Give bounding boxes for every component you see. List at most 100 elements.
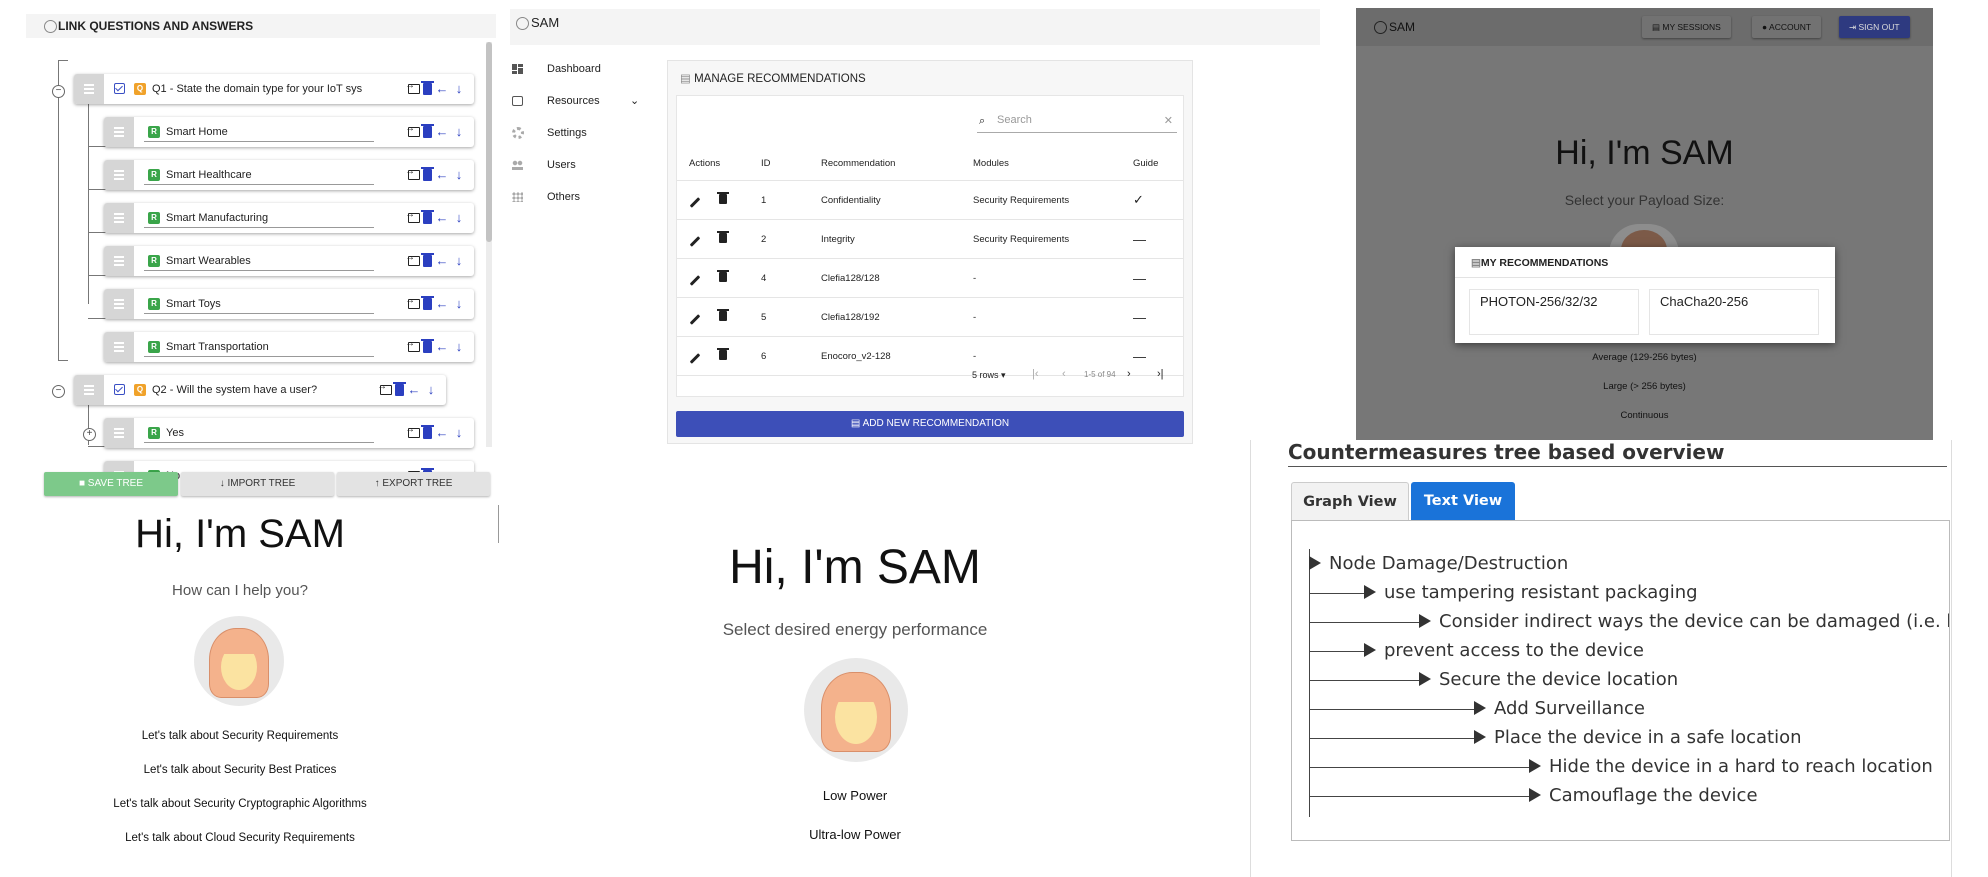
expand-toggle-icon[interactable]: + — [83, 428, 96, 441]
arrow-left-icon[interactable]: ← — [435, 168, 449, 182]
sign-out-button[interactable]: ⇥ SIGN OUT — [1839, 16, 1910, 38]
checkbox-icon[interactable] — [114, 384, 125, 395]
link-icon[interactable] — [405, 295, 420, 309]
search-input[interactable]: ⌕ Search ✕ — [977, 110, 1177, 133]
collapse-toggle-icon[interactable]: − — [52, 85, 65, 98]
drag-handle-icon[interactable] — [104, 246, 134, 276]
arrow-down-icon[interactable]: ↓ — [452, 254, 466, 268]
tab-graph-view[interactable]: Graph View — [1291, 482, 1409, 520]
tree-scrollbar[interactable] — [486, 42, 492, 447]
tab-text-view[interactable]: Text View — [1411, 482, 1515, 520]
link-icon[interactable] — [405, 424, 420, 438]
link-icon[interactable] — [405, 252, 420, 266]
tree-node-answer[interactable]: R Smart Wearables ←↓ — [104, 246, 474, 276]
drag-handle-icon[interactable] — [104, 117, 134, 147]
link-icon[interactable] — [405, 209, 420, 223]
column-header[interactable]: Recommendation — [809, 146, 961, 181]
arrow-left-icon[interactable]: ← — [435, 426, 449, 440]
delete-icon[interactable] — [717, 269, 729, 282]
clear-icon[interactable]: ✕ — [1164, 114, 1173, 127]
delete-icon[interactable] — [421, 124, 434, 138]
drag-handle-icon[interactable] — [104, 418, 134, 448]
arrow-left-icon[interactable]: ← — [435, 254, 449, 268]
tree-item[interactable]: Node Damage/Destruction — [1309, 553, 1568, 574]
delete-icon[interactable] — [421, 339, 434, 353]
last-page-icon[interactable]: ›| — [1157, 368, 1164, 380]
sidebar-item-dashboard[interactable]: Dashboard — [512, 59, 632, 79]
delete-icon[interactable] — [421, 167, 434, 181]
tree-item[interactable]: Consider indirect ways the device can be… — [1419, 611, 1949, 632]
link-icon[interactable] — [377, 381, 392, 395]
edit-icon[interactable] — [689, 313, 701, 325]
sidebar-item-settings[interactable]: Settings — [512, 123, 632, 143]
drag-handle-icon[interactable] — [74, 74, 104, 104]
energy-option[interactable]: Ultra-low Power — [690, 827, 1020, 842]
add-recommendation-button[interactable]: ▤ ADD NEW RECOMMENDATION — [676, 411, 1184, 437]
arrow-left-icon[interactable]: ← — [407, 383, 421, 397]
scrollbar-thumb[interactable] — [486, 42, 492, 242]
column-header[interactable]: Guide — [1121, 146, 1183, 181]
account-button[interactable]: ● ACCOUNT — [1752, 16, 1822, 38]
sidebar-item-others[interactable]: Others — [512, 187, 632, 207]
help-option[interactable]: Let's talk about Security Cryptographic … — [100, 798, 380, 810]
column-header[interactable]: Modules — [961, 146, 1121, 181]
link-icon[interactable] — [405, 123, 420, 137]
delete-icon[interactable] — [393, 382, 406, 396]
payload-option[interactable]: Average (129-256 bytes) — [1356, 352, 1933, 363]
arrow-left-icon[interactable]: ← — [435, 82, 449, 96]
drag-handle-icon[interactable] — [104, 332, 134, 362]
export-tree-button[interactable]: ↑ EXPORT TREE — [337, 472, 490, 496]
delete-icon[interactable] — [717, 191, 729, 204]
arrow-down-icon[interactable]: ↓ — [424, 383, 438, 397]
tree-node-answer[interactable]: R Smart Healthcare ←↓ — [104, 160, 474, 190]
energy-option[interactable]: Low Power — [690, 788, 1020, 803]
column-header[interactable]: Actions — [677, 146, 749, 181]
collapse-toggle-icon[interactable]: − — [52, 385, 65, 398]
tree-item[interactable]: Hide the device in a hard to reach locat… — [1529, 756, 1933, 777]
tree-item[interactable]: prevent access to the device — [1364, 640, 1644, 661]
sidebar-item-users[interactable]: Users — [512, 155, 632, 175]
link-icon[interactable] — [405, 80, 420, 94]
prev-page-icon[interactable]: ‹ — [1062, 368, 1066, 380]
save-tree-button[interactable]: ■ SAVE TREE — [44, 472, 178, 496]
tree-item[interactable]: use tampering resistant packaging — [1364, 582, 1698, 603]
drag-handle-icon[interactable] — [104, 289, 134, 319]
tree-item[interactable]: Place the device in a safe location — [1474, 727, 1802, 748]
delete-icon[interactable] — [421, 296, 434, 310]
arrow-left-icon[interactable]: ← — [435, 211, 449, 225]
delete-icon[interactable] — [421, 210, 434, 224]
edit-icon[interactable] — [689, 196, 701, 208]
help-option[interactable]: Let's talk about Cloud Security Requirem… — [100, 832, 380, 844]
recommendation-card[interactable]: ChaCha20-256 — [1649, 289, 1819, 335]
recommendation-card[interactable]: PHOTON-256/32/32 — [1469, 289, 1639, 335]
tree-node-answer[interactable]: R Smart Home ←↓ — [104, 117, 474, 147]
first-page-icon[interactable]: |‹ — [1032, 368, 1039, 380]
delete-icon[interactable] — [717, 308, 729, 321]
tree-node-answer[interactable]: R Yes ←↓ — [104, 418, 474, 448]
arrow-left-icon[interactable]: ← — [435, 297, 449, 311]
edit-icon[interactable] — [689, 274, 701, 286]
drag-handle-icon[interactable] — [104, 160, 134, 190]
chevron-down-icon[interactable]: ⌄ — [630, 91, 639, 111]
arrow-down-icon[interactable]: ↓ — [452, 82, 466, 96]
column-header[interactable]: ID — [749, 146, 809, 181]
delete-icon[interactable] — [717, 347, 729, 360]
link-icon[interactable] — [405, 166, 420, 180]
arrow-down-icon[interactable]: ↓ — [452, 297, 466, 311]
delete-icon[interactable] — [421, 425, 434, 439]
delete-icon[interactable] — [421, 253, 434, 267]
edit-icon[interactable] — [689, 235, 701, 247]
import-tree-button[interactable]: ↓ IMPORT TREE — [181, 472, 334, 496]
arrow-down-icon[interactable]: ↓ — [452, 125, 466, 139]
payload-option[interactable]: Continuous — [1356, 410, 1933, 421]
arrow-down-icon[interactable]: ↓ — [452, 168, 466, 182]
tree-item[interactable]: Secure the device location — [1419, 669, 1678, 690]
tree-node-answer[interactable]: R Smart Manufacturing ←↓ — [104, 203, 474, 233]
help-option[interactable]: Let's talk about Security Best Pratices — [100, 764, 380, 776]
payload-option[interactable]: Large (> 256 bytes) — [1356, 381, 1933, 392]
next-page-icon[interactable]: › — [1127, 368, 1131, 380]
arrow-down-icon[interactable]: ↓ — [452, 426, 466, 440]
link-icon[interactable] — [405, 338, 420, 352]
tree-node-answer[interactable]: R Smart Toys ←↓ — [104, 289, 474, 319]
arrow-left-icon[interactable]: ← — [435, 340, 449, 354]
